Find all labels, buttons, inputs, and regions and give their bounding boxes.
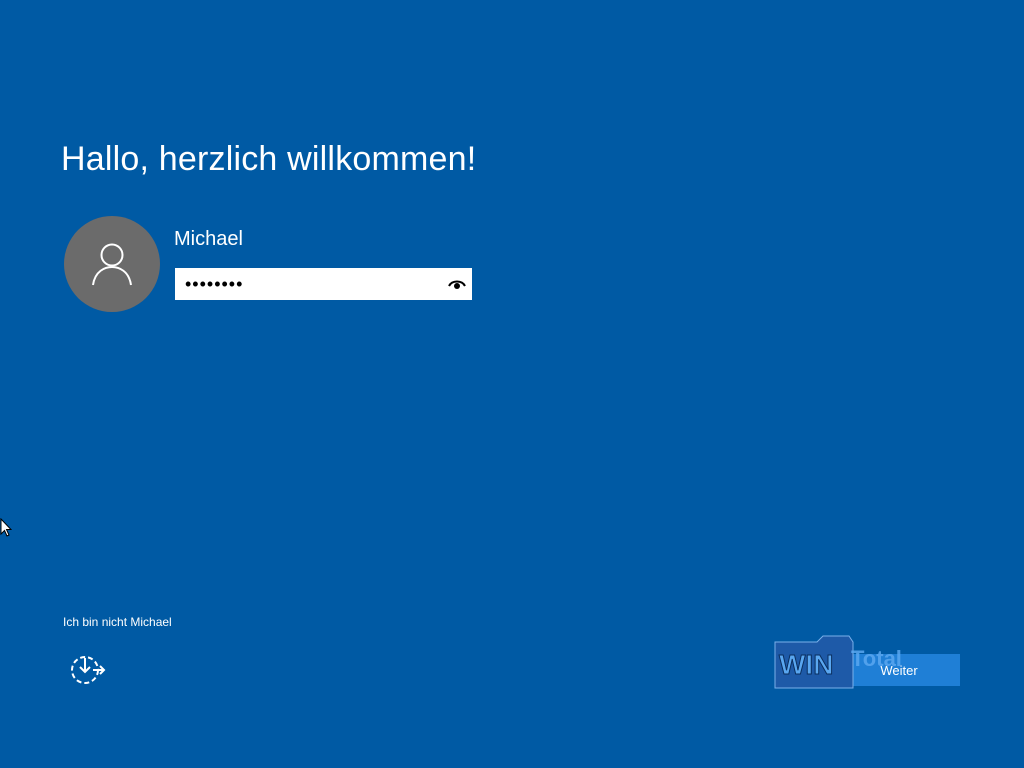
user-icon	[92, 243, 132, 286]
ease-of-access-button[interactable]	[68, 652, 108, 688]
switch-user-link[interactable]: Ich bin nicht Michael	[63, 615, 172, 629]
wintotal-logo: WIN Total	[773, 634, 925, 690]
mouse-pointer-icon	[0, 518, 12, 537]
username-label: Michael	[174, 228, 243, 250]
password-value[interactable]: ••••••••	[175, 268, 442, 300]
login-screen: Hallo, herzlich willkommen! Michael ••••…	[0, 0, 1024, 768]
page-title: Hallo, herzlich willkommen!	[61, 140, 477, 178]
svg-text:Total: Total	[851, 646, 902, 671]
avatar	[64, 216, 160, 312]
reveal-password-button[interactable]	[442, 268, 472, 300]
password-field[interactable]: ••••••••	[175, 268, 472, 300]
eye-icon	[448, 280, 466, 289]
ease-of-access-icon	[71, 656, 106, 684]
svg-text:WIN: WIN	[779, 649, 833, 680]
